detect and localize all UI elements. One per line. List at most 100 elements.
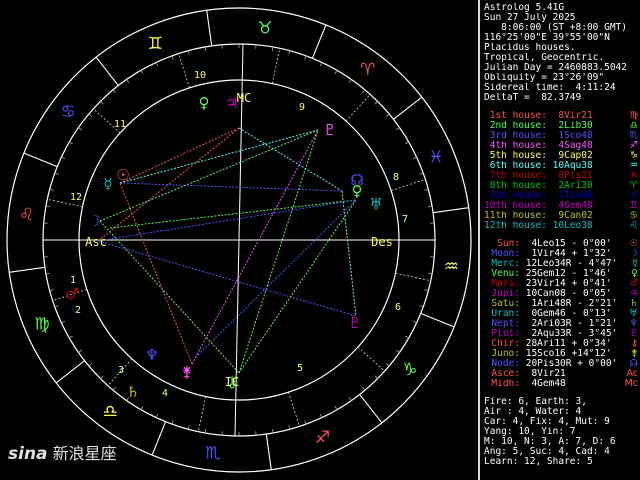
- sign-icon: ♋: [629, 211, 638, 221]
- house-number: 6: [395, 302, 401, 313]
- degree-tick: [334, 406, 338, 410]
- degree-tick: [100, 375, 104, 379]
- degree-tick: [100, 101, 104, 105]
- chart-location: 116°25'00"E 39°55'00"N: [484, 33, 610, 43]
- degree-tick: [140, 406, 144, 410]
- aspect-line: [97, 240, 357, 317]
- sign-icon: ♊: [629, 201, 638, 211]
- zodiac-type: Tropical, Geocentric.: [484, 53, 605, 63]
- planet-position: 28Ari11: [525, 339, 566, 349]
- degree-tick: [405, 335, 409, 339]
- degree-tick: [374, 375, 378, 379]
- house-cusp-value: 4Gem48: [552, 201, 593, 211]
- house-label: 2nd house:: [489, 121, 547, 131]
- chart-wheel: ♌♋♊♉♈♓♒♑♐♏♎♍123456789101112☉☽☿ ♀♂♃♄♅♆♇⚷⚵☊…: [6, 7, 472, 473]
- planet-name: Satu:: [491, 299, 520, 309]
- house-cusp-value: 10Leo38: [552, 221, 593, 231]
- sign-icon: ♐: [629, 141, 638, 151]
- zodiac-sign-icon: ♌: [19, 205, 34, 225]
- degree-tick: [396, 349, 400, 353]
- house-cusp-row: 12th house: 10Leo38 ♌: [484, 221, 638, 231]
- planet-icon: ☊: [629, 359, 638, 369]
- planet-name: Asce:: [491, 369, 520, 379]
- planet-glyph-icon: ♅: [369, 195, 382, 213]
- house-cusp-row: 10th house: 4Gem48 ♊: [484, 201, 638, 211]
- degree-tick: [69, 141, 73, 145]
- stat-line: M: 10, N: 3, A: 7, D: 6: [484, 437, 616, 447]
- obliquity: Obliquity = 23°26'09": [484, 73, 605, 83]
- degree-tick: [396, 127, 400, 131]
- house-label: 4th house:: [489, 141, 547, 151]
- planet-icon: ♂: [629, 279, 638, 289]
- planet-icon: ♇: [629, 329, 638, 339]
- planet-position: 2Aqu33R: [525, 329, 572, 339]
- house-label: 8th house:: [489, 181, 547, 191]
- degree-tick: [419, 172, 424, 175]
- planet-row: Chir: 28Ari11 + 0°34' ⚷: [484, 339, 638, 349]
- planet-icon: ☉: [629, 239, 638, 249]
- house-cusp-row: 4th house: 4Sag48 ♐: [484, 141, 638, 151]
- sign-icon: ♑: [629, 151, 638, 161]
- planet-position: 15Sco16: [525, 349, 566, 359]
- house-cusp: [395, 272, 431, 282]
- degree-tick: [69, 335, 73, 339]
- degree-tick: [112, 386, 116, 391]
- planet-glyph-icon: ☊: [350, 171, 363, 189]
- planet-row: Midh: 4Gem48 Mc: [484, 379, 638, 389]
- planet-icon: ♆: [629, 319, 638, 329]
- sign-icon: ♍: [629, 111, 638, 121]
- planet-icon: Ac: [626, 369, 638, 379]
- house-number: 3: [118, 365, 124, 376]
- planet-glyph-icon: ♆: [145, 346, 158, 364]
- zodiac-sign-icon: ♈: [360, 60, 375, 80]
- planet-aspect-orb: - 1°46': [565, 269, 612, 279]
- degree-tick: [187, 50, 190, 55]
- planet-icon: ☽: [629, 249, 638, 259]
- house-label: 11th house:: [484, 211, 547, 221]
- planet-name: Merc:: [491, 259, 520, 269]
- degree-tick: [61, 156, 66, 160]
- zodiac-sign-icon: ♋: [60, 102, 75, 122]
- degree-tick: [412, 320, 417, 324]
- house-cusp-row: 2nd house: 2Lib30 ♎: [484, 121, 638, 131]
- degree-tick: [419, 305, 424, 308]
- planet-glyph-icon: ⚵: [182, 363, 193, 381]
- house-cusp: [345, 94, 371, 122]
- degree-tick: [78, 127, 82, 131]
- planet-position: 1Vir44: [525, 249, 566, 259]
- degree-tick: [334, 70, 338, 74]
- house-label: 3rd house:: [489, 131, 547, 141]
- planet-glyph-icon: ☿: [103, 175, 112, 193]
- house-cusp-list: 1st house: 8Vir21 ♍ 2nd house: 2Lib30 ♎ 3r…: [484, 111, 638, 231]
- planet-position: 4Gem48: [525, 379, 566, 389]
- degree-tick: [304, 55, 307, 60]
- degree-tick: [155, 62, 159, 67]
- degree-tick: [424, 188, 429, 191]
- planet-name: Uran:: [491, 309, 520, 319]
- house-cusp-row: 1st house: 8Vir21 ♍: [484, 111, 638, 121]
- house-cusp-value: 9Can02: [552, 211, 593, 221]
- house-cusp-value: 10Aqu38: [552, 161, 593, 171]
- planet-glyph-icon: ☽: [88, 212, 101, 230]
- house-cusp-value: 2Ari30: [552, 181, 593, 191]
- planet-position: 25Gem12: [525, 269, 566, 279]
- planet-aspect-orb: - 0°13': [565, 309, 612, 319]
- planet-glyph-icon: ♂: [65, 285, 78, 303]
- planet-position: 10Can08: [525, 289, 566, 299]
- chart-time: 8:06:00 (ST +8:00 GMT): [501, 23, 628, 33]
- sign-divider: [23, 152, 58, 168]
- degree-tick: [49, 188, 54, 191]
- zodiac-sign-icon: ♒: [444, 257, 459, 277]
- house-cusp-row: 8th house: 2Ari30 ♈: [484, 181, 638, 191]
- degree-tick: [204, 46, 207, 51]
- stat-line: Air : 4, Water: 4: [484, 407, 582, 417]
- zodiac-sign-icon: ♍: [34, 315, 49, 335]
- planet-name: Node:: [491, 359, 520, 369]
- aspect-line: [197, 199, 357, 356]
- axis-label-ic: IC: [225, 375, 239, 389]
- degree-tick: [204, 429, 207, 434]
- planet-position: 1Ari48R: [525, 299, 572, 309]
- planet-row: Jupi: 10Can08 - 0°05' ♃: [484, 289, 638, 299]
- planet-name: Nept:: [491, 319, 520, 329]
- sign-divider: [55, 360, 85, 384]
